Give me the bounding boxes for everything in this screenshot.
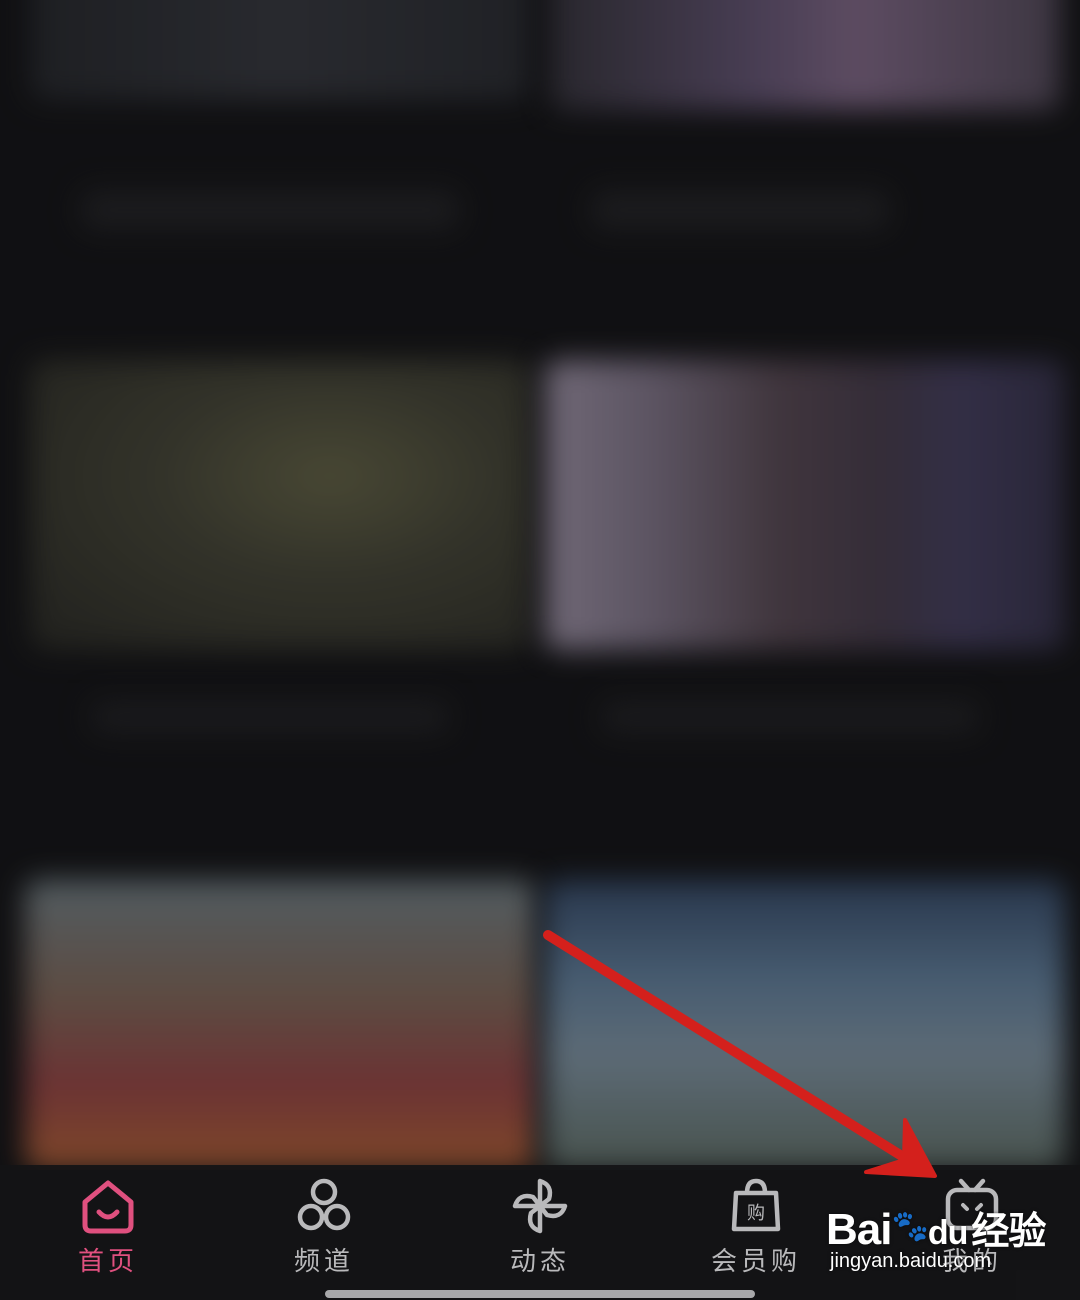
tab-label: 动态 <box>509 1247 570 1277</box>
svg-text:购: 购 <box>747 1203 765 1224</box>
tab-home[interactable]: 首页 <box>38 1175 178 1290</box>
tab-label: 首页 <box>77 1247 138 1277</box>
watermark: Bai🐾du 经验 jingyan.baidu.com <box>826 1200 1076 1280</box>
dim-overlay <box>0 0 1080 1170</box>
tab-label: 会员购 <box>710 1247 801 1277</box>
tab-channel[interactable]: 频道 <box>254 1175 394 1290</box>
pinwheel-icon <box>512 1178 568 1234</box>
home-icon <box>82 1180 134 1234</box>
tab-dynamic[interactable]: 动态 <box>470 1175 610 1290</box>
watermark-url: jingyan.baidu.com <box>830 1250 992 1272</box>
channel-icon <box>297 1178 351 1231</box>
tab-vip-shop[interactable]: 购 会员购 <box>686 1175 826 1290</box>
tab-label: 频道 <box>293 1247 354 1277</box>
shopping-bag-icon: 购 <box>731 1178 781 1232</box>
home-indicator[interactable] <box>325 1290 755 1298</box>
watermark-logo: Bai🐾du 经验 <box>826 1205 1046 1254</box>
video-feed[interactable] <box>0 0 1080 1170</box>
